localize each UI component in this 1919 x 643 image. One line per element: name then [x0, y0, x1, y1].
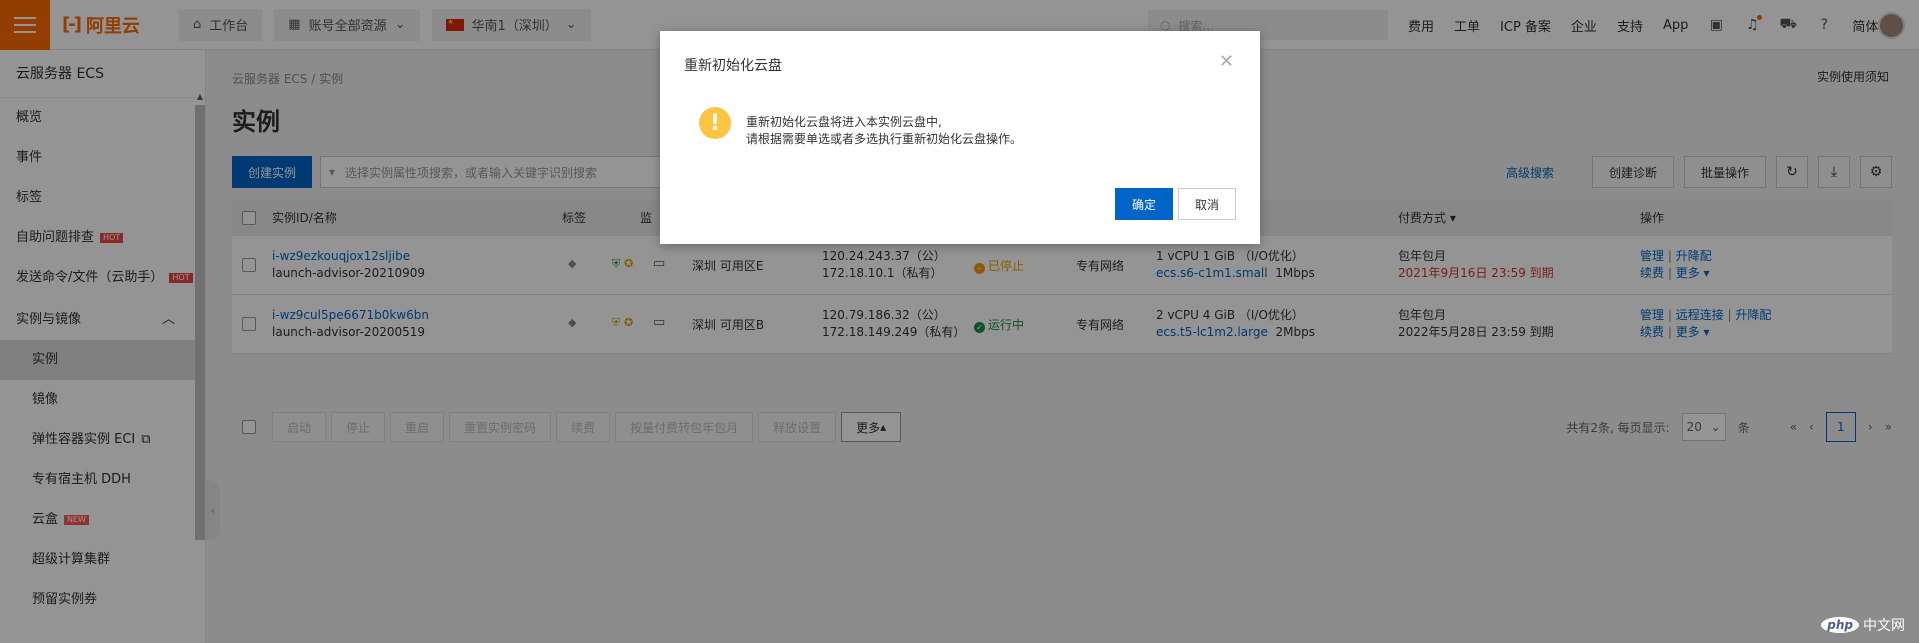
close-icon[interactable]: ✕	[1219, 51, 1234, 72]
confirm-button[interactable]: 确定	[1115, 188, 1173, 220]
reinit-disk-dialog: 重新初始化云盘 ✕ ! 重新初始化云盘将进入本实例云盘中, 请根据需要单选或者多…	[660, 31, 1260, 244]
dialog-title: 重新初始化云盘	[684, 58, 782, 74]
watermark: php 中文网	[1821, 615, 1905, 635]
php-logo: php	[1821, 617, 1859, 633]
warning-icon: !	[699, 107, 731, 139]
cancel-button[interactable]: 取消	[1178, 188, 1236, 220]
dialog-message: 重新初始化云盘将进入本实例云盘中, 请根据需要单选或者多选执行重新初始化云盘操作…	[746, 115, 1023, 146]
